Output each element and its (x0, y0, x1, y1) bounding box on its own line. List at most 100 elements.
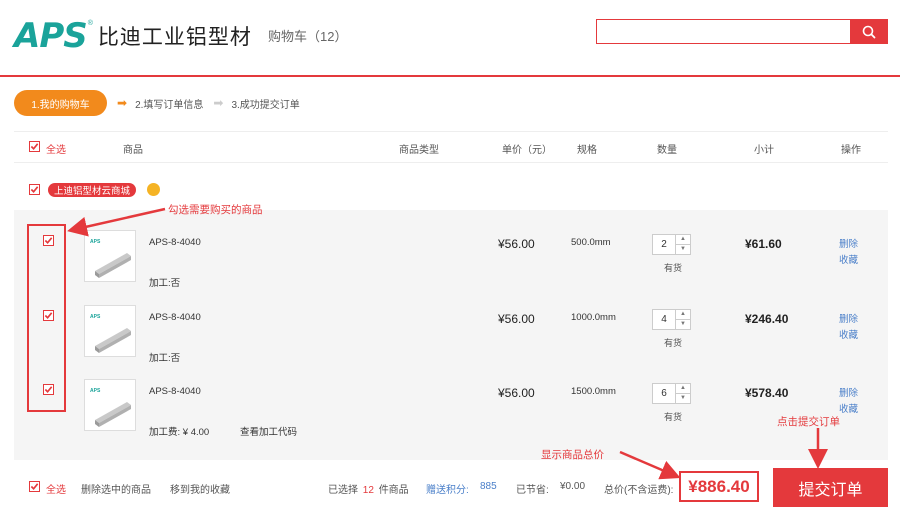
checkbox-highlight-box (27, 224, 66, 412)
checkmark-icon (30, 483, 39, 490)
favorite-link[interactable]: 收藏 (839, 401, 858, 415)
favorite-link[interactable]: 收藏 (839, 327, 858, 341)
aluminum-profile-image: APS (90, 388, 131, 427)
favorite-link[interactable]: 收藏 (839, 252, 858, 266)
product-thumbnail[interactable]: APS (84, 230, 136, 282)
select-all-checkbox[interactable] (29, 141, 40, 152)
total-label: 总价(不含运费): (604, 485, 674, 496)
shop-row: 上迪铝型材云商城 (14, 178, 888, 202)
chevron-up-icon[interactable]: ▲ (675, 310, 690, 320)
selected-count-summary: 已选择 12 件商品 (328, 481, 409, 496)
product-spec: 1500.0mm (571, 386, 616, 397)
chevron-up-icon[interactable]: ▲ (675, 384, 690, 394)
svg-text:APS: APS (90, 388, 101, 394)
unit-price: ¥56.00 (498, 237, 535, 251)
step-current: 1.我的购物车 (14, 90, 107, 116)
stock-status: 有货 (664, 338, 683, 348)
cart-title-label: 购物车 (268, 29, 308, 44)
footer-select-all-checkbox[interactable] (29, 481, 40, 492)
arrow-right-icon: ➡ (213, 96, 224, 110)
col-subtotal: 小计 (754, 145, 774, 156)
chevron-down-icon[interactable]: ▼ (675, 319, 690, 329)
select-all-label[interactable]: 全选 (46, 141, 66, 156)
item-subtotal: ¥61.60 (745, 237, 782, 251)
step-submit-order: 3.成功提交订单 (231, 99, 300, 111)
search-bar (596, 19, 888, 44)
unit-price: ¥56.00 (498, 386, 535, 400)
col-product-type: 商品类型 (399, 145, 439, 156)
selected-suffix: 件商品 (378, 485, 409, 496)
quantity-stepper: 4 ▲ ▼ (652, 309, 691, 330)
saved-value: ¥0.00 (560, 481, 586, 492)
search-icon (862, 25, 875, 38)
cart-column-headers: 全选 商品 商品类型 单价（元） 规格 数量 小计 操作 (14, 131, 888, 163)
col-actions: 操作 (841, 145, 861, 156)
chevron-down-icon[interactable]: ▼ (675, 244, 690, 254)
selected-count: 12 (362, 485, 374, 496)
footer-select-all-label[interactable]: 全选 (46, 481, 66, 496)
cart-item: APS APS-8-4040 加工费: ¥ 4.00 ¥56.00 1500.0… (14, 359, 888, 460)
search-input[interactable] (597, 20, 850, 43)
shop-select-checkbox[interactable] (29, 184, 40, 195)
stock-status: 有货 (664, 263, 683, 273)
delete-selected-link[interactable]: 删除选中的商品 (81, 481, 151, 496)
checkmark-icon (30, 186, 39, 193)
selected-prefix: 已选择 (328, 485, 358, 496)
stock-status: 有货 (664, 412, 683, 422)
chevron-up-icon[interactable]: ▲ (675, 235, 690, 245)
product-name[interactable]: APS-8-4040 (149, 312, 201, 323)
submit-order-button[interactable]: 提交订单 (773, 468, 888, 507)
view-process-code-link[interactable]: 查看加工代码 (240, 424, 297, 438)
product-spec: 1000.0mm (571, 312, 616, 323)
aluminum-profile-image: APS (90, 239, 131, 278)
col-spec: 规格 (577, 145, 597, 156)
svg-text:APS: APS (90, 314, 101, 320)
product-thumbnail[interactable]: APS (84, 305, 136, 357)
search-button[interactable] (850, 20, 887, 43)
cart-item-list: APS APS-8-4040 加工:否 ¥56.00 500.0mm 2 ▲ ▼… (14, 210, 888, 460)
aluminum-profile-image: APS (90, 314, 131, 353)
page-header: APS ® 比迪工业铝型材 购物车（12） (0, 0, 900, 77)
item-subtotal: ¥578.40 (745, 386, 789, 400)
product-process: 加工费: ¥ 4.00 (149, 427, 210, 438)
saved-label: 已节省: (516, 485, 549, 496)
delete-link[interactable]: 删除 (839, 236, 858, 250)
move-to-favorites-link[interactable]: 移到我的收藏 (170, 481, 230, 496)
brand-logo[interactable]: APS ® 比迪工业铝型材 (14, 16, 252, 56)
delete-link[interactable]: 删除 (839, 385, 858, 399)
annotation-select-hint: 勾选需要购买的商品 (168, 204, 263, 216)
cart-footer: 全选 删除选中的商品 移到我的收藏 已选择 12 件商品 赠送积分: 885 已… (14, 468, 888, 508)
quantity-input[interactable]: 6 (653, 384, 675, 403)
product-thumbnail[interactable]: APS (84, 379, 136, 431)
quantity-stepper: 2 ▲ ▼ (652, 234, 691, 255)
arrow-right-icon: ➡ (117, 96, 128, 110)
cart-item: APS APS-8-4040 加工:否 ¥56.00 1000.0mm 4 ▲ … (14, 285, 888, 364)
col-quantity: 数量 (657, 145, 677, 156)
checkmark-icon (30, 143, 39, 150)
unit-price: ¥56.00 (498, 312, 535, 326)
annotation-submit-hint: 点击提交订单 (777, 416, 840, 428)
quantity-input[interactable]: 4 (653, 310, 675, 329)
total-price: ¥886.40 (679, 471, 759, 502)
product-name[interactable]: APS-8-4040 (149, 386, 201, 397)
logo-mark: APS (14, 16, 88, 56)
chevron-down-icon[interactable]: ▼ (675, 393, 690, 403)
delete-link[interactable]: 删除 (839, 311, 858, 325)
col-product: 商品 (123, 145, 143, 156)
shop-name-badge[interactable]: 上迪铝型材云商城 (48, 183, 137, 197)
annotation-total-hint: 显示商品总价 (541, 449, 604, 461)
logo-registered-mark: ® (87, 19, 93, 27)
col-unit-price: 单价（元） (502, 145, 552, 156)
logo-company-name: 比迪工业铝型材 (97, 26, 252, 49)
cart-title: 购物车（12） (268, 26, 347, 45)
step-fill-order: 2.填写订单信息 (135, 99, 204, 111)
quantity-input[interactable]: 2 (653, 235, 675, 254)
product-name[interactable]: APS-8-4040 (149, 237, 201, 248)
svg-text:APS: APS (90, 239, 101, 245)
cart-item: APS APS-8-4040 加工:否 ¥56.00 500.0mm 2 ▲ ▼… (14, 210, 888, 289)
cart-count: （12） (307, 29, 348, 44)
shop-service-icon[interactable] (147, 183, 160, 196)
item-subtotal: ¥246.40 (745, 312, 789, 326)
points-label: 赠送积分: (426, 485, 469, 496)
quantity-stepper: 6 ▲ ▼ (652, 383, 691, 404)
